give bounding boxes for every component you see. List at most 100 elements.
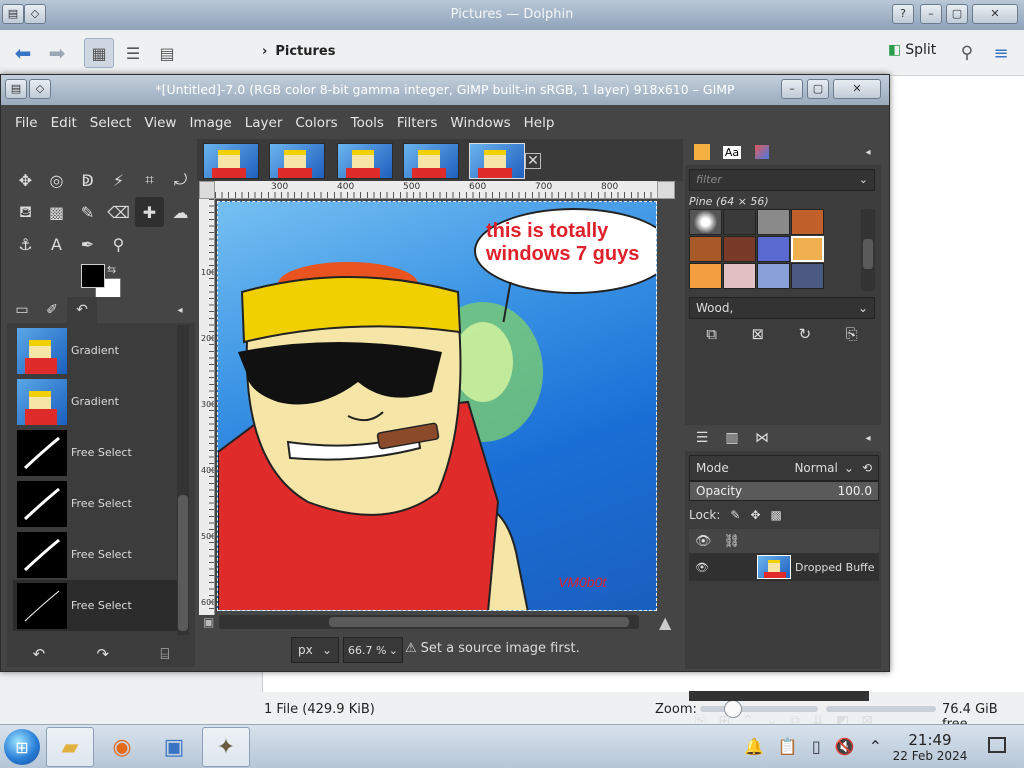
pattern-filter-input[interactable]: filter ⌄ xyxy=(689,169,875,191)
zoom-tool-icon[interactable]: ⚲ xyxy=(104,229,133,259)
tool-options-tab-icon[interactable]: ▭ xyxy=(7,297,37,323)
patterns-tab-icon[interactable] xyxy=(749,141,775,163)
image-tab-4[interactable] xyxy=(403,143,459,179)
pattern-swatch[interactable] xyxy=(757,236,790,262)
menu-image[interactable]: Image xyxy=(189,115,231,131)
pattern-swatch[interactable] xyxy=(723,263,756,289)
crop-tool-icon[interactable]: ⌗ xyxy=(135,165,164,195)
taskbar-system-settings[interactable]: ▣ xyxy=(150,727,198,767)
pattern-swatch[interactable] xyxy=(791,263,824,289)
volume-muted-icon[interactable]: 🔇 xyxy=(835,737,855,756)
search-button[interactable]: ⚲ xyxy=(952,38,982,68)
swap-colors-icon[interactable]: ⇆ xyxy=(107,263,116,276)
history-item[interactable]: Free Select xyxy=(13,478,177,529)
breadcrumb-pictures[interactable]: Pictures xyxy=(275,44,335,59)
navigate-arrow-icon[interactable]: ▲ xyxy=(659,613,671,632)
pattern-tag-select[interactable]: Wood, ⌄ xyxy=(689,297,875,319)
details-view-button[interactable]: ▤ xyxy=(152,38,182,68)
ruler-corner-icon[interactable] xyxy=(199,181,215,199)
channels-tab-icon[interactable]: ▥ xyxy=(719,427,745,449)
undo-icon[interactable]: ↶ xyxy=(33,645,46,663)
history-item[interactable]: Free Select xyxy=(13,580,177,631)
history-item[interactable]: Gradient xyxy=(13,376,177,427)
menu-filters[interactable]: Filters xyxy=(397,115,437,131)
taskbar-gimp[interactable]: ✦ xyxy=(202,727,250,767)
chevron-up-icon[interactable]: ⌃ xyxy=(869,737,882,756)
dolphin-titlebar[interactable]: ▤ ◇ Pictures — Dolphin ? – ▢ ✕ xyxy=(0,0,1024,30)
foreground-color-swatch[interactable] xyxy=(81,264,105,288)
fuzzy-select-tool-icon[interactable]: ⚡ xyxy=(104,165,133,195)
opacity-slider[interactable]: Opacity 100.0 xyxy=(689,481,879,501)
history-item[interactable]: Gradient xyxy=(13,325,177,376)
start-button[interactable]: ⊞ xyxy=(4,729,40,765)
icons-view-button[interactable]: ▦ xyxy=(84,38,114,68)
layers-scrollbar[interactable] xyxy=(689,691,869,701)
fonts-tab-icon[interactable]: Aa xyxy=(719,141,745,163)
image-canvas[interactable]: this is totally windows 7 guys VM0b0t xyxy=(217,201,657,611)
lock-position-icon[interactable]: ✥ xyxy=(750,508,760,522)
dock-menu-icon[interactable]: ◂ xyxy=(855,141,881,163)
back-button[interactable]: ⬅ xyxy=(8,38,38,68)
image-tab-1[interactable] xyxy=(203,143,259,179)
clock-time[interactable]: 21:49 xyxy=(900,731,960,749)
layer-visibility-icon[interactable]: 👁 xyxy=(695,561,709,574)
layer-mode-select[interactable]: Mode Normal ⌄ ⟲ xyxy=(689,455,879,481)
pattern-swatch[interactable] xyxy=(689,263,722,289)
pattern-scrollbar[interactable] xyxy=(861,209,875,291)
image-tab-3[interactable] xyxy=(337,143,393,179)
device-status-tab-icon[interactable]: ✐ xyxy=(37,297,67,323)
menu-help[interactable]: Help xyxy=(524,115,555,131)
layers-tab-icon[interactable]: ☰ xyxy=(689,427,715,449)
menu-tools[interactable]: Tools xyxy=(351,115,384,131)
gimp-close-icon[interactable]: ✕ xyxy=(833,79,881,99)
gimp-maximize-icon[interactable]: ▢ xyxy=(807,79,829,99)
move-tool-icon[interactable]: ✥ xyxy=(11,165,40,195)
pattern-swatch[interactable] xyxy=(723,236,756,262)
history-scrollbar[interactable] xyxy=(177,325,189,635)
taskbar-file-manager[interactable]: ▰ xyxy=(46,727,94,767)
pattern-scroll-thumb[interactable] xyxy=(863,239,873,269)
dock-menu-icon[interactable]: ◂ xyxy=(165,297,195,323)
menu-edit[interactable]: Edit xyxy=(51,115,77,131)
menu-file[interactable]: File xyxy=(15,115,38,131)
refresh-patterns-icon[interactable]: ↻ xyxy=(799,325,812,351)
image-tab-5[interactable] xyxy=(469,143,525,179)
close-image-tab-icon[interactable]: ✕ xyxy=(525,153,541,169)
gimp-minimize-icon[interactable]: – xyxy=(781,79,803,99)
menu-layer[interactable]: Layer xyxy=(245,115,283,131)
maximize-icon[interactable]: ▢ xyxy=(946,4,968,24)
forward-button[interactable]: ➡ xyxy=(42,38,72,68)
navigate-icon[interactable] xyxy=(657,181,675,199)
menu-view[interactable]: View xyxy=(144,115,176,131)
smudge-tool-icon[interactable]: ☁ xyxy=(166,197,195,227)
layer-name[interactable]: Dropped Buffe xyxy=(795,561,875,574)
paths-tab-icon[interactable]: ⋈ xyxy=(749,427,775,449)
gimp-titlebar[interactable]: ▤ ◇ *[Untitled]-7.0 (RGB color 8-bit gam… xyxy=(1,75,889,105)
delete-pattern-icon[interactable]: ⊠ xyxy=(751,325,764,351)
zoom-slider[interactable] xyxy=(700,700,818,718)
history-scroll-thumb[interactable] xyxy=(178,495,188,631)
transform-tool-icon[interactable]: ⤾ xyxy=(166,165,195,195)
dock-menu-icon[interactable]: ◂ xyxy=(855,427,881,449)
pattern-grid[interactable] xyxy=(689,209,825,291)
minimize-icon[interactable]: – xyxy=(920,4,942,24)
unit-select[interactable]: px ⌄ xyxy=(291,637,339,663)
lock-pixels-icon[interactable]: ✎ xyxy=(730,508,740,522)
layer-row[interactable]: 👁 Dropped Buffe xyxy=(689,553,879,581)
battery-icon[interactable]: ▯ xyxy=(812,737,821,756)
help-icon[interactable]: ? xyxy=(892,4,914,24)
notifications-icon[interactable]: 🔔 xyxy=(744,737,764,756)
canvas-horizontal-scrollbar[interactable] xyxy=(219,615,639,629)
clipboard-icon[interactable]: 📋 xyxy=(778,737,798,756)
hamburger-menu-button[interactable]: ≡ xyxy=(986,38,1016,68)
menu-windows[interactable]: Windows xyxy=(450,115,510,131)
pattern-swatch[interactable] xyxy=(757,263,790,289)
vertical-ruler[interactable]: 100 200 300 400 500 600 xyxy=(199,199,215,615)
pattern-swatch[interactable] xyxy=(791,209,824,235)
bucket-fill-tool-icon[interactable]: ⛾ xyxy=(11,197,40,227)
gradient-tool-icon[interactable]: ▩ xyxy=(42,197,71,227)
text-tool-icon[interactable]: A xyxy=(42,229,71,259)
ellipse-select-tool-icon[interactable]: ◎ xyxy=(42,165,71,195)
split-button[interactable]: ◧ Split xyxy=(888,42,936,58)
canvas-scroll-thumb[interactable] xyxy=(329,617,629,627)
